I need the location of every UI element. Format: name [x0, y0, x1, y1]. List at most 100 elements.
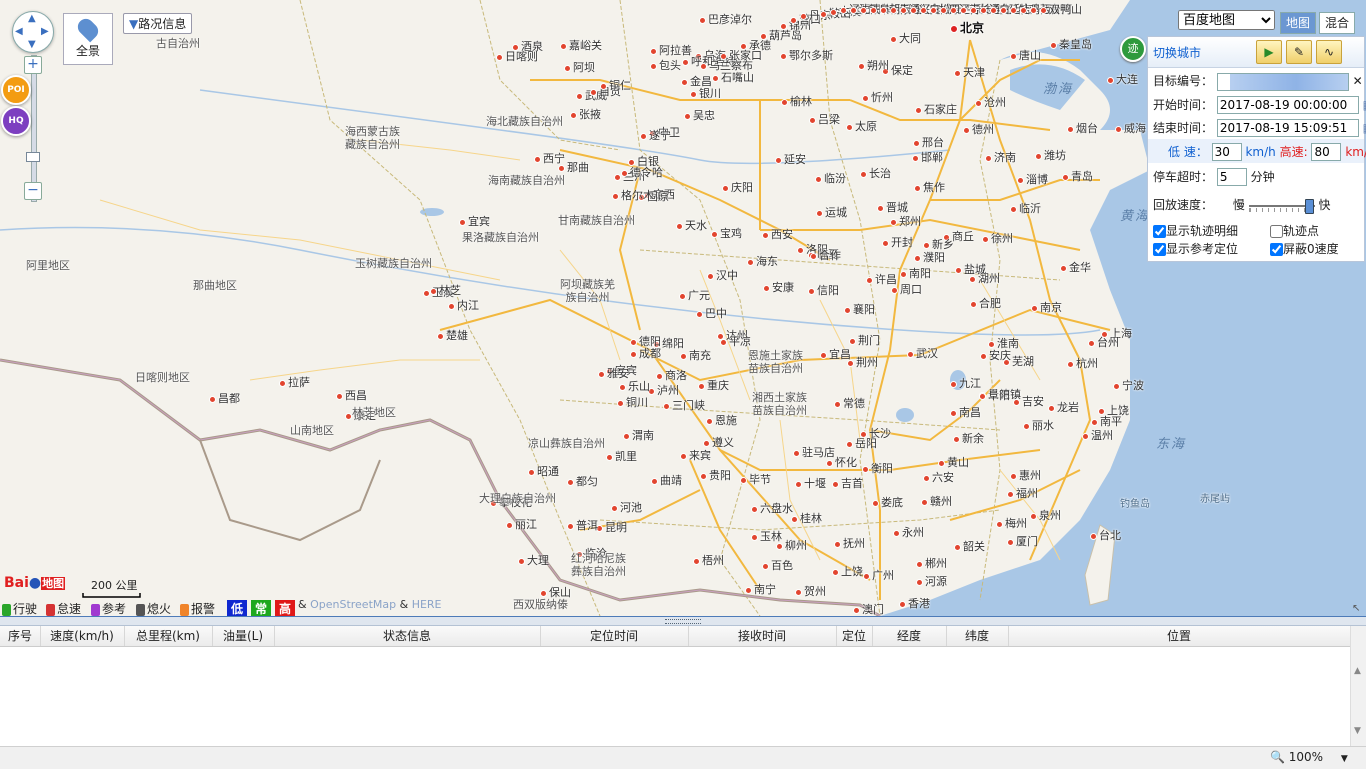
- traffic-info-button[interactable]: ▼路况信息: [123, 13, 193, 34]
- stop-timeout-label: 停车超时：: [1153, 170, 1214, 184]
- city-dot-icon: [880, 6, 887, 14]
- grid-column-header[interactable]: 序号: [0, 626, 41, 646]
- city-name: 三门峡: [672, 399, 705, 412]
- city-dot-icon: [780, 52, 787, 60]
- city-dot-icon: [1090, 532, 1097, 540]
- hybrid-mode-button[interactable]: 混合: [1319, 12, 1356, 34]
- play-icon[interactable]: ▶: [1256, 40, 1282, 64]
- low-speed-input[interactable]: [1211, 143, 1242, 161]
- sea-label: 渤海: [1043, 82, 1074, 97]
- map-type-dropdown[interactable]: 百度地图: [1178, 10, 1275, 30]
- grid-column-header[interactable]: 总里程(km): [124, 626, 213, 646]
- city-dot-icon: [676, 222, 683, 230]
- grid-column-header[interactable]: 状态信息: [274, 626, 541, 646]
- high-speed-input[interactable]: [1311, 143, 1342, 161]
- city-label: 北京: [950, 22, 984, 34]
- city-label: 那曲: [558, 162, 589, 174]
- city-name: 西安: [771, 228, 793, 241]
- city-dot-icon: [862, 465, 869, 473]
- grid-column-header[interactable]: 经度: [872, 626, 947, 646]
- grid-column-header[interactable]: 定位: [836, 626, 873, 646]
- grid-column-header[interactable]: 油量(L): [212, 626, 275, 646]
- city-dot-icon: [914, 254, 921, 262]
- zoom-dropdown-icon[interactable]: ▼: [1341, 754, 1348, 764]
- map-type-select[interactable]: 百度地图: [1178, 10, 1275, 30]
- scroll-down-icon[interactable]: ▼: [1354, 726, 1361, 736]
- city-dot-icon: [209, 395, 216, 403]
- city-label: 台北: [1090, 530, 1121, 542]
- city-dot-icon: [459, 218, 466, 226]
- city-name: 荆门: [858, 334, 880, 347]
- city-dot-icon: [576, 92, 583, 100]
- osm-link[interactable]: OpenStreetMap: [310, 598, 396, 611]
- pan-control[interactable]: ▲ ▼ ◀ ▶: [12, 11, 54, 53]
- expand-corner-icon[interactable]: ↖: [1352, 603, 1360, 614]
- zoom-slider-handle[interactable]: [26, 152, 40, 162]
- city-dot-icon: [800, 12, 807, 20]
- city-dot-icon: [614, 173, 621, 181]
- splitter-grip-icon[interactable]: [665, 619, 701, 624]
- pan-down-icon[interactable]: ▼: [28, 39, 36, 50]
- hq-button[interactable]: HQ: [1, 106, 31, 136]
- show-ref-position-checkbox[interactable]: [1153, 243, 1166, 256]
- city-dot-icon: [846, 440, 853, 448]
- grid-column-header[interactable]: 定位时间: [540, 626, 689, 646]
- city-name: 衡阳: [871, 462, 893, 475]
- city-dot-icon: [990, 6, 997, 14]
- stop-timeout-input[interactable]: [1216, 168, 1247, 186]
- city-label: 唐山: [1010, 50, 1041, 62]
- low-speed-label: 低 速：: [1168, 145, 1208, 159]
- city-name: 阜阳: [988, 389, 1010, 402]
- city-name: 拉萨: [288, 376, 310, 389]
- city-dot-icon: [899, 600, 906, 608]
- city-label: 怀化: [826, 457, 857, 469]
- zoom-in-button[interactable]: +: [24, 56, 42, 74]
- clear-target-icon[interactable]: ✕: [1353, 74, 1363, 88]
- poi-button[interactable]: POI: [1, 75, 31, 105]
- switch-city-link[interactable]: 切换城市: [1153, 44, 1201, 61]
- panorama-button[interactable]: 全景: [63, 13, 113, 65]
- zoom-out-button[interactable]: −: [24, 182, 42, 200]
- city-dot-icon: [913, 139, 920, 147]
- pan-right-icon[interactable]: ▶: [41, 26, 49, 37]
- zoom-level[interactable]: 🔍 100% ▼: [1270, 750, 1348, 764]
- city-label: 六安: [923, 472, 954, 484]
- city-label: 台州: [1088, 337, 1119, 349]
- target-input[interactable]: [1216, 72, 1349, 91]
- zoom-slider-track[interactable]: [31, 55, 37, 202]
- here-link[interactable]: HERE: [412, 598, 442, 611]
- city-dot-icon: [820, 10, 827, 18]
- end-time-input[interactable]: [1216, 119, 1359, 137]
- grid-vertical-scrollbar[interactable]: ▲ ▼: [1350, 626, 1366, 746]
- city-name: 合肥: [979, 297, 1001, 310]
- scroll-up-icon[interactable]: ▲: [1354, 666, 1361, 676]
- panorama-label: 全景: [75, 44, 100, 58]
- pan-left-icon[interactable]: ◀: [15, 26, 23, 37]
- eraser-icon[interactable]: ✎: [1286, 40, 1312, 64]
- city-name: 信阳: [817, 284, 839, 297]
- grid-column-header[interactable]: 接收时间: [688, 626, 837, 646]
- hide-zero-speed-checkbox[interactable]: [1270, 243, 1283, 256]
- zoom-level-value: 100%: [1288, 750, 1324, 764]
- city-label: 来宾: [680, 450, 711, 462]
- show-track-detail-checkbox[interactable]: [1153, 225, 1166, 238]
- playback-speed-thumb[interactable]: [1304, 198, 1314, 214]
- playback-speed-slider[interactable]: [1248, 198, 1316, 214]
- magnifier-icon: 🔍: [1270, 750, 1285, 764]
- city-dot-icon: [540, 589, 547, 597]
- map-canvas[interactable]: 北京 天津 石家庄 太原 济南 郑州 西安 兰州 西宁 银川 成都 重庆 贵阳 昆明 武汉 长沙 南昌 合肥 南京上…: [0, 0, 1366, 616]
- grid-column-header[interactable]: 位置: [1008, 626, 1351, 646]
- city-name: 遵义: [712, 436, 734, 449]
- start-time-input[interactable]: [1216, 96, 1359, 114]
- grid-column-header[interactable]: 纬度: [946, 626, 1009, 646]
- panel-splitter[interactable]: [0, 616, 1366, 626]
- pan-up-icon[interactable]: ▲: [28, 13, 36, 24]
- track-points-checkbox[interactable]: [1270, 225, 1283, 238]
- city-label: 梧州: [693, 555, 724, 567]
- track-line-icon[interactable]: ∿: [1316, 40, 1342, 64]
- city-label: 徐州: [982, 233, 1013, 245]
- grid-column-header[interactable]: 速度(km/h): [40, 626, 125, 646]
- map-mode-button[interactable]: 地图: [1280, 12, 1317, 34]
- city-label: 内江: [448, 300, 479, 312]
- city-name: 晋城: [886, 201, 908, 214]
